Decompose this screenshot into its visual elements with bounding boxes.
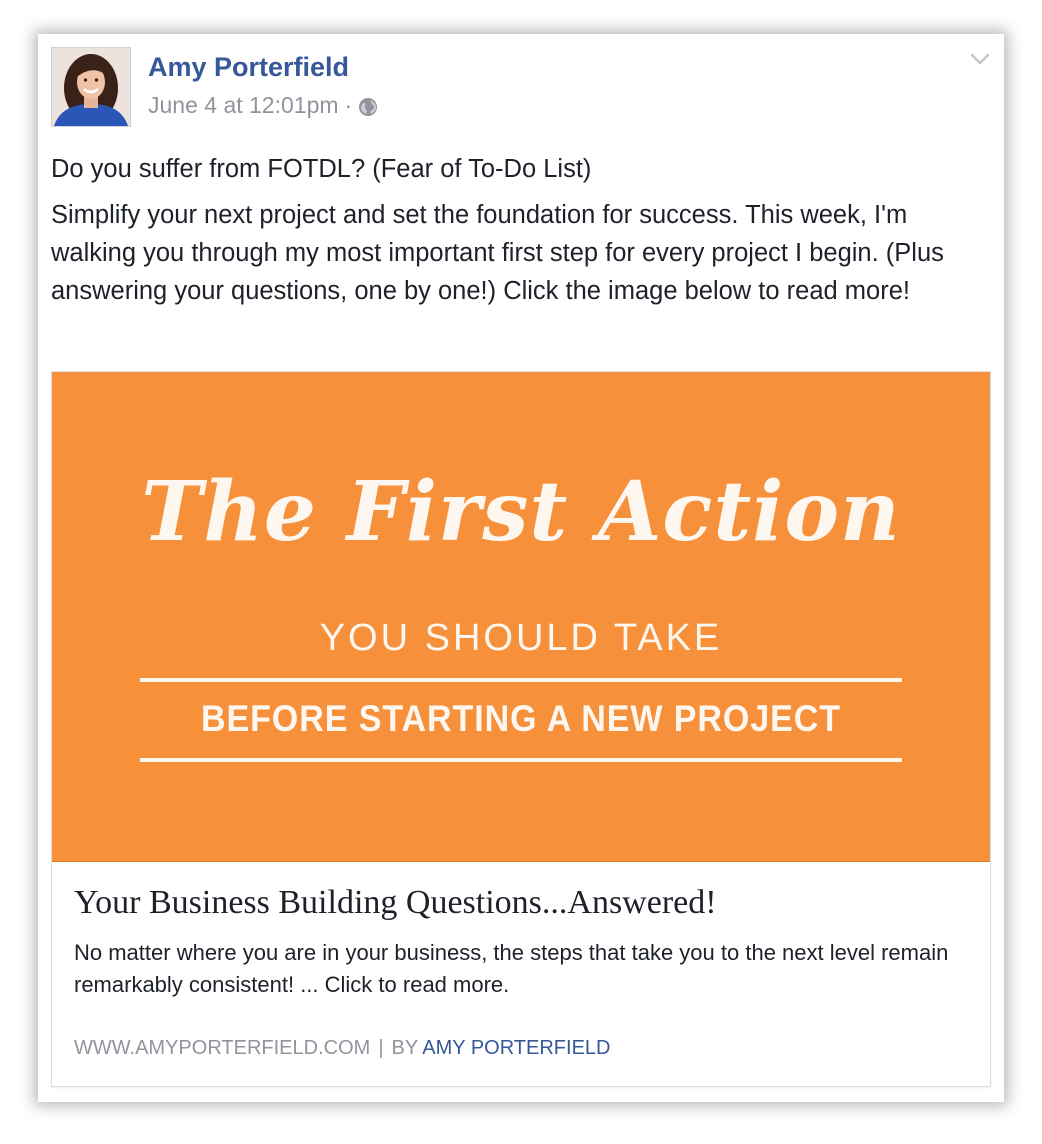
post-meta: June 4 at 12:01pm · (148, 92, 378, 119)
link-preview-title[interactable]: Your Business Building Questions...Answe… (74, 884, 717, 922)
post-text-paragraph: Simplify your next project and set the f… (51, 201, 944, 305)
link-domain: WWW.AMYPORTERFIELD.COM (74, 1037, 371, 1059)
meta-separator: · (344, 92, 353, 118)
byline-author-link[interactable]: AMY PORTERFIELD (422, 1037, 610, 1059)
banner-script-title: The First Action (141, 464, 901, 560)
chevron-down-icon[interactable] (970, 52, 990, 66)
post-text-line1: Do you suffer from FOTDL? (Fear of To-Do… (51, 155, 592, 183)
byline-prefix: BY (391, 1037, 418, 1059)
link-preview-description: No matter where you are in your business… (74, 940, 949, 997)
facebook-post-card: Amy Porterfield June 4 at 12:01pm · Do y… (38, 34, 1004, 1102)
source-divider: | (378, 1037, 384, 1059)
banner-divider-bottom (140, 758, 902, 762)
author-avatar[interactable] (51, 47, 131, 127)
post-message: Do you suffer from FOTDL? (Fear of To-Do… (51, 150, 987, 310)
globe-icon[interactable] (358, 96, 378, 116)
post-timestamp[interactable]: June 4 at 12:01pm (148, 92, 339, 119)
link-preview-source: WWW.AMYPORTERFIELD.COM | BY AMY PORTERFIEL… (74, 1037, 611, 1060)
banner-subtitle: YOU SHOULD TAKE (319, 617, 723, 659)
banner-tagline: BEFORE STARTING A NEW PROJECT (200, 698, 842, 739)
link-preview[interactable]: The First Action YOU SHOULD TAKE BEFORE … (51, 371, 991, 1087)
banner-divider-top (140, 678, 902, 682)
link-preview-image[interactable]: The First Action YOU SHOULD TAKE BEFORE … (52, 372, 990, 862)
author-name-link[interactable]: Amy Porterfield (148, 52, 349, 83)
